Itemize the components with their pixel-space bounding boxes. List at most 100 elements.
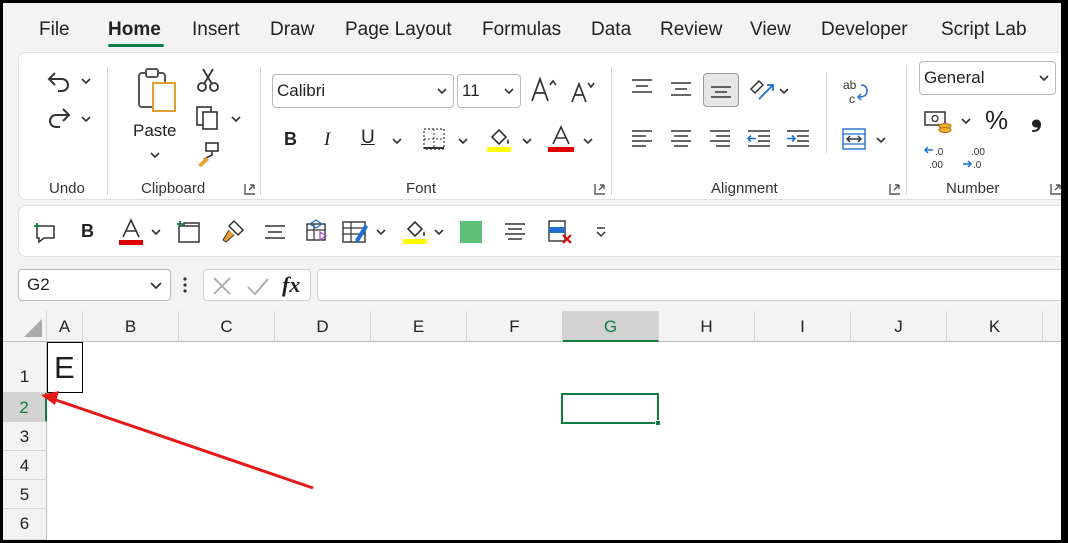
svg-text:c: c xyxy=(849,92,855,106)
orientation-icon[interactable] xyxy=(747,75,777,105)
fill-color-icon[interactable] xyxy=(486,125,514,153)
format-cells-icon[interactable] xyxy=(304,218,330,244)
align-right-icon[interactable] xyxy=(708,129,732,149)
percent-style-icon[interactable]: % xyxy=(985,105,1008,136)
qat-fill-color-dropdown-icon[interactable] xyxy=(434,228,444,236)
qat-fill-color-icon[interactable] xyxy=(402,217,430,245)
delete-cells-icon[interactable] xyxy=(546,218,574,246)
align-left-icon[interactable] xyxy=(630,129,654,149)
qat-center-icon[interactable] xyxy=(263,224,287,242)
font-size-value: 11 xyxy=(462,81,480,100)
separator xyxy=(107,67,108,195)
orientation-dropdown-icon[interactable] xyxy=(779,87,789,95)
top-align-icon[interactable] xyxy=(630,77,654,97)
clipboard-launcher-icon[interactable] xyxy=(244,183,256,195)
redo-dropdown-icon[interactable] xyxy=(81,115,91,123)
align-center-icon[interactable] xyxy=(669,129,693,149)
format-table-icon[interactable] xyxy=(341,218,369,246)
merge-center-icon[interactable] xyxy=(841,127,867,151)
fill-color-dropdown-icon[interactable] xyxy=(522,137,532,145)
alignment-launcher-icon[interactable] xyxy=(889,183,901,195)
insert-function-icon[interactable]: fx xyxy=(282,272,300,298)
customize-toolbar-icon[interactable] xyxy=(595,226,607,238)
worksheet-grid: A B C D E F G H I J K 1 2 3 4 5 6 E xyxy=(3,311,1061,540)
number-format-combo[interactable]: General xyxy=(919,61,1056,95)
borders-dropdown-icon[interactable] xyxy=(458,137,468,145)
italic-icon[interactable]: I xyxy=(324,129,330,151)
tab-file[interactable]: File xyxy=(39,19,70,41)
separator xyxy=(260,67,261,195)
font-size-combo[interactable]: 11 xyxy=(457,74,521,108)
more-options-icon[interactable] xyxy=(181,275,189,295)
cut-icon[interactable] xyxy=(196,67,220,93)
name-box[interactable]: G2 xyxy=(18,269,171,301)
ribbon-tabs: File Home Insert Draw Page Layout Formul… xyxy=(3,3,1061,53)
qat-font-color-dropdown-icon[interactable] xyxy=(151,228,161,236)
paste-icon[interactable] xyxy=(135,67,179,113)
svg-text:.0: .0 xyxy=(973,160,982,171)
decrease-decimal-icon[interactable]: .00 .0 xyxy=(961,145,989,171)
bottom-align-icon xyxy=(711,86,731,98)
format-painter-icon[interactable] xyxy=(196,141,222,167)
new-sheet-icon[interactable] xyxy=(175,218,201,244)
green-fill-swatch[interactable] xyxy=(460,221,482,243)
chevron-down-icon xyxy=(150,282,162,290)
separator xyxy=(906,67,907,195)
group-label-number: Number xyxy=(946,180,1000,197)
underline-icon[interactable]: U xyxy=(361,127,375,149)
enter-check-icon[interactable] xyxy=(246,276,270,296)
tab-insert[interactable]: Insert xyxy=(192,19,240,41)
redo-icon[interactable] xyxy=(46,103,72,129)
undo-icon[interactable] xyxy=(46,67,72,93)
bottom-align-button[interactable] xyxy=(703,73,739,107)
borders-icon[interactable] xyxy=(422,127,446,151)
increase-decimal-icon[interactable]: .0 .00 xyxy=(923,145,951,171)
font-color-icon[interactable] xyxy=(547,125,575,153)
format-table-dropdown-icon[interactable] xyxy=(376,228,386,236)
qat-align-center-icon[interactable] xyxy=(503,222,527,242)
decrease-font-size-icon[interactable] xyxy=(569,77,597,105)
paste-dropdown-icon[interactable] xyxy=(150,151,160,159)
increase-indent-icon[interactable] xyxy=(785,129,811,149)
tab-developer[interactable]: Developer xyxy=(821,19,908,41)
wrap-text-icon[interactable]: ab c xyxy=(841,77,869,107)
tab-draw[interactable]: Draw xyxy=(270,19,314,41)
tab-view[interactable]: View xyxy=(750,19,791,41)
tab-script-lab[interactable]: Script Lab xyxy=(941,19,1027,41)
merge-dropdown-icon[interactable] xyxy=(876,136,886,144)
cancel-icon[interactable] xyxy=(212,276,232,296)
comma-style-icon[interactable]: ❟ xyxy=(1031,101,1042,134)
tab-page-layout[interactable]: Page Layout xyxy=(345,19,452,41)
increase-font-size-icon[interactable] xyxy=(529,75,559,105)
decrease-indent-icon[interactable] xyxy=(746,129,772,149)
new-comment-icon[interactable] xyxy=(32,220,56,244)
accounting-format-icon[interactable] xyxy=(923,109,953,135)
name-box-value: G2 xyxy=(27,275,50,294)
number-launcher-icon[interactable] xyxy=(1050,183,1061,195)
middle-align-icon[interactable] xyxy=(669,79,693,99)
undo-dropdown-icon[interactable] xyxy=(81,77,91,85)
tab-data[interactable]: Data xyxy=(591,19,631,41)
font-color-dropdown-icon[interactable] xyxy=(583,137,593,145)
underline-dropdown-icon[interactable] xyxy=(392,137,402,145)
bold-icon[interactable]: B xyxy=(284,129,297,150)
paste-label[interactable]: Paste xyxy=(133,121,176,141)
accounting-dropdown-icon[interactable] xyxy=(961,117,971,125)
svg-text:ab: ab xyxy=(843,78,857,92)
separator xyxy=(611,67,612,195)
qat-font-color-icon[interactable] xyxy=(118,218,144,246)
active-tab-indicator xyxy=(108,44,164,47)
font-name-combo[interactable]: Calibri xyxy=(272,74,454,108)
copy-icon[interactable] xyxy=(195,105,221,131)
copy-dropdown-icon[interactable] xyxy=(231,115,241,123)
qat-bold-icon[interactable]: B xyxy=(81,221,94,242)
tab-home[interactable]: Home xyxy=(108,19,161,41)
qat-format-painter-icon[interactable] xyxy=(220,218,246,244)
red-arrow-annotation xyxy=(41,391,314,490)
formula-input[interactable] xyxy=(317,269,1061,301)
group-label-clipboard: Clipboard xyxy=(141,180,206,197)
font-launcher-icon[interactable] xyxy=(594,183,606,195)
tab-formulas[interactable]: Formulas xyxy=(482,19,561,41)
tab-review[interactable]: Review xyxy=(660,19,722,41)
separator xyxy=(826,73,827,153)
